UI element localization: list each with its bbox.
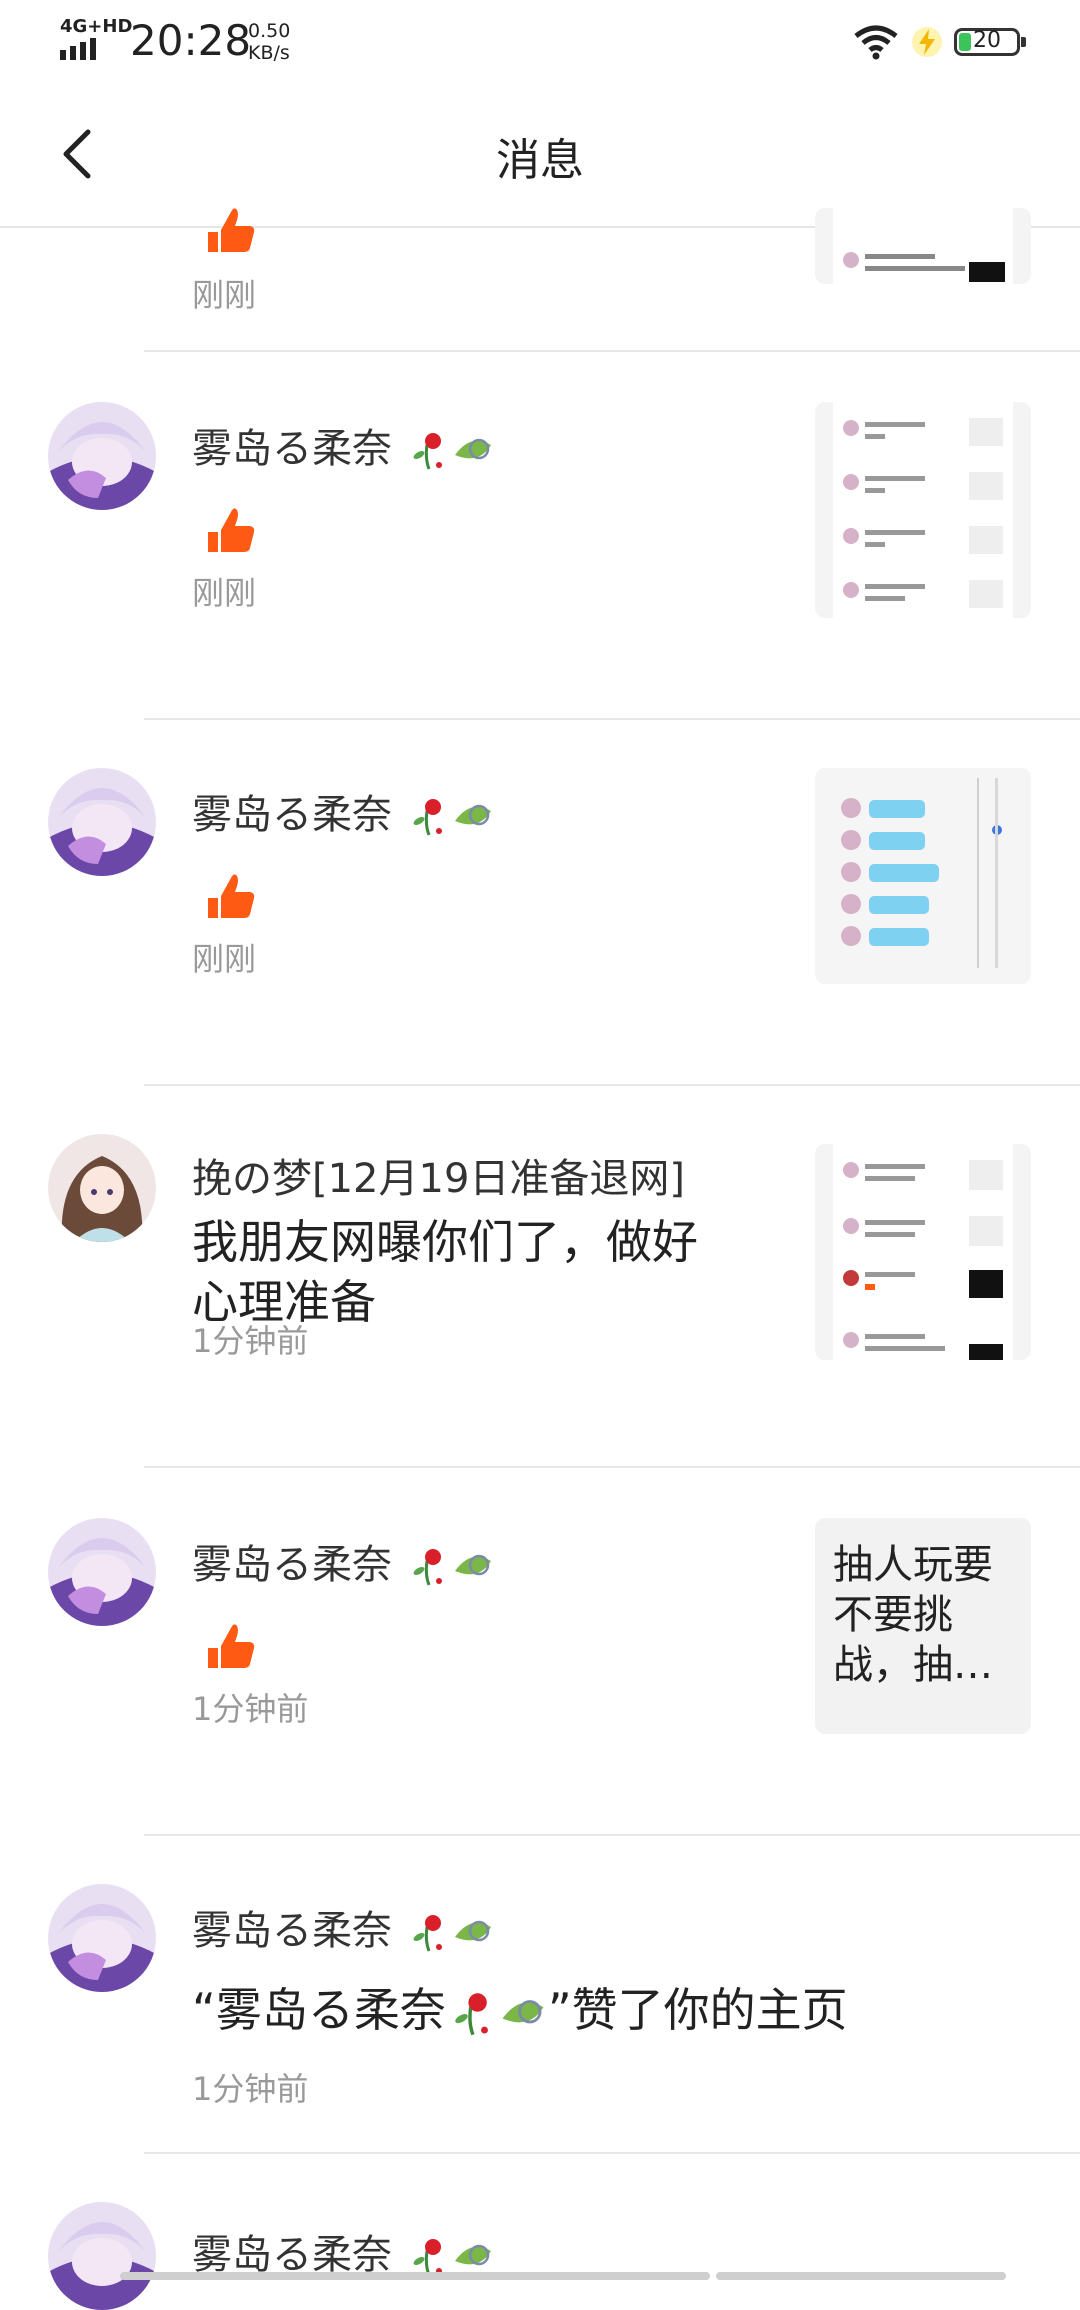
timestamp: 1分钟前 [192, 1322, 309, 1360]
rose-emoji-icon [413, 1915, 442, 1952]
rose-emoji-icon [455, 1992, 488, 2035]
thumbnail-image [833, 402, 1013, 618]
clock: 20:28 [130, 16, 252, 65]
thumbnail-image [833, 208, 1013, 284]
leaf-emoji-icon [502, 1999, 544, 2023]
scroll-indicator [716, 2272, 1006, 2280]
post-thumbnail[interactable] [815, 402, 1031, 618]
divider [144, 718, 1080, 720]
divider [144, 1084, 1080, 1086]
divider [144, 1834, 1080, 1836]
timestamp: 刚刚 [192, 574, 257, 612]
charging-icon [912, 27, 942, 57]
avatar[interactable] [48, 768, 156, 876]
like-icon [208, 208, 255, 252]
avatar[interactable] [48, 1884, 156, 1992]
timestamp: 1分钟前 [192, 2070, 309, 2108]
username[interactable]: 雾岛る柔奈 [192, 1532, 495, 1590]
battery-icon: 20 [954, 28, 1026, 56]
message-content: “雾岛る柔奈 ”赞了你的主页 [192, 1983, 848, 2037]
rose-emoji-icon [413, 2239, 442, 2276]
divider [144, 2152, 1080, 2154]
post-thumbnail[interactable] [815, 768, 1031, 984]
message-content: 我朋友网曝你们了，做好 心理准备 [192, 1215, 698, 1329]
avatar[interactable] [48, 2202, 156, 2310]
like-icon [208, 1624, 255, 1668]
timestamp: 刚刚 [192, 276, 257, 314]
post-thumbnail[interactable] [815, 1144, 1031, 1360]
page-title: 消息 [496, 135, 584, 186]
leaf-emoji-icon [454, 1554, 491, 1576]
avatar[interactable] [48, 402, 156, 510]
like-icon [208, 874, 255, 918]
status-right: 20 [852, 22, 1026, 62]
status-bar: 4G+HD 20:28 0.50 KB/s 20 [0, 0, 1080, 84]
username[interactable]: 挽の梦[12月19日准备退网] [192, 1146, 685, 1204]
leaf-emoji-icon [454, 1920, 491, 1942]
timestamp: 刚刚 [192, 940, 257, 978]
leaf-emoji-icon [454, 804, 491, 826]
rose-emoji-icon [413, 433, 442, 470]
scroll-indicator [120, 2272, 710, 2280]
username[interactable]: 雾岛る柔奈 [192, 416, 495, 474]
thumbnail-image [833, 1144, 1013, 1360]
network-speed: 0.50 KB/s [248, 20, 291, 64]
signal-icon [60, 38, 96, 60]
divider [144, 1466, 1080, 1468]
rose-emoji-icon [413, 1549, 442, 1586]
nav-bar: 消息 [0, 84, 1080, 228]
timestamp: 1分钟前 [192, 1690, 309, 1728]
username[interactable]: 雾岛る柔奈 [192, 1898, 495, 1956]
thumbnail-image [815, 768, 1031, 984]
post-text-preview[interactable]: 抽人玩要不要挑战，抽… [815, 1518, 1031, 1734]
avatar[interactable] [48, 1134, 156, 1242]
avatar[interactable] [48, 1518, 156, 1626]
like-icon [208, 508, 255, 552]
wifi-icon [854, 25, 898, 60]
post-thumbnail[interactable] [815, 208, 1031, 284]
username[interactable]: 雾岛る柔奈 [192, 782, 495, 840]
leaf-emoji-icon [454, 438, 491, 460]
leaf-emoji-icon [454, 2244, 491, 2266]
divider [144, 350, 1080, 352]
rose-emoji-icon [413, 799, 442, 836]
